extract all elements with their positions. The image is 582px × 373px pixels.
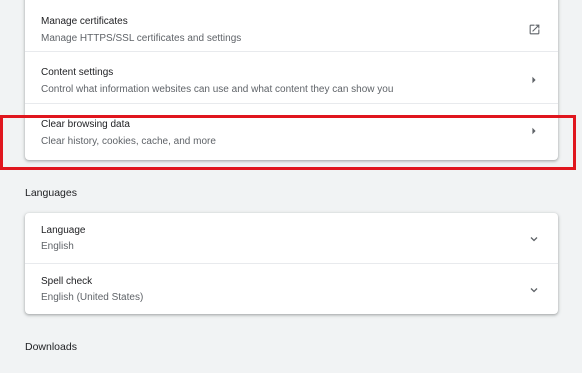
manage-certificates-subtitle: Manage HTTPS/SSL certificates and settin… [41,33,242,44]
arrow-right-icon[interactable] [529,75,539,85]
content-settings-title: Content settings [41,67,114,78]
content-settings-subtitle: Control what information websites can us… [41,84,394,95]
highlight-box [0,115,576,170]
language-row[interactable]: Language English [25,213,558,263]
manage-certificates-row[interactable]: Manage certificates Manage HTTPS/SSL cer… [25,0,558,51]
manage-certificates-title: Manage certificates [41,16,128,27]
spell-check-value: English (United States) [41,292,144,303]
spell-check-row[interactable]: Spell check English (United States) [25,264,558,314]
downloads-section-title: Downloads [25,341,77,353]
open-in-new-icon[interactable] [527,22,541,36]
language-title: Language [41,225,86,236]
chevron-down-icon[interactable] [527,232,541,246]
chevron-down-icon[interactable] [527,283,541,297]
spell-check-title: Spell check [41,276,93,287]
content-settings-row[interactable]: Content settings Control what informatio… [25,52,558,103]
languages-card: Language English Spell check English (Un… [25,213,558,314]
language-value: English [41,241,74,252]
languages-section-title: Languages [25,187,77,199]
